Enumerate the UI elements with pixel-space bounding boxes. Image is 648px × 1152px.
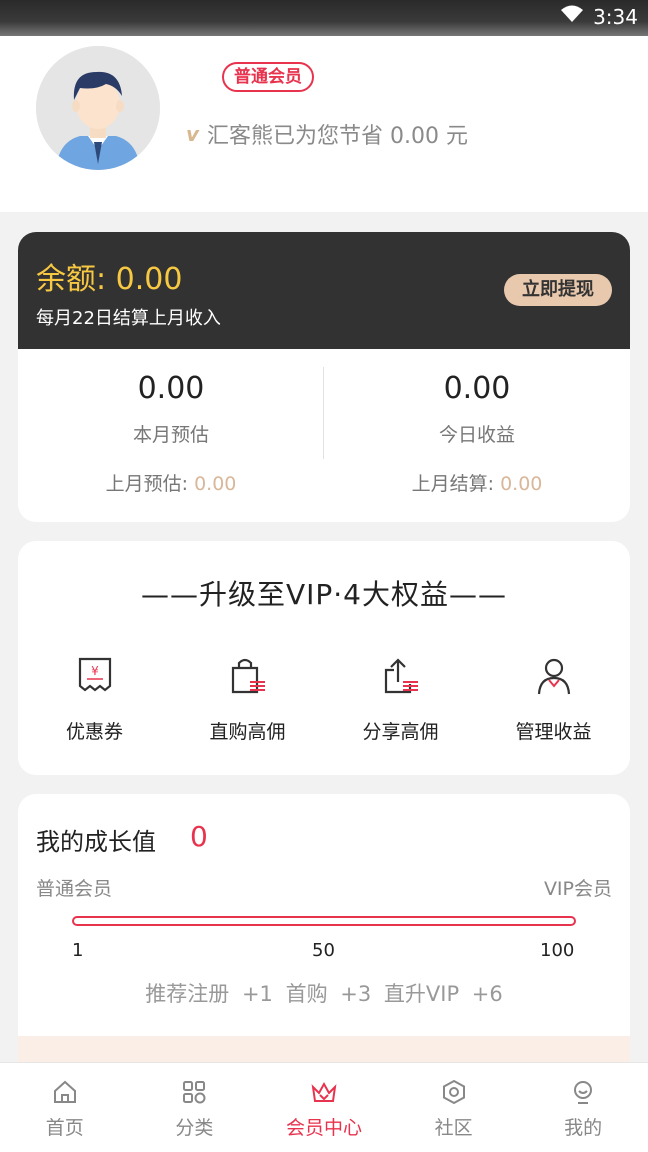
savings-text: 汇客熊已为您节省 0.00 元 xyxy=(207,124,469,149)
last-month-estimate-value: 0.00 xyxy=(194,473,237,495)
last-month-settlement-value: 0.00 xyxy=(500,473,543,495)
benefit-coupon-label: 优惠券 xyxy=(65,721,123,743)
tab-member-center[interactable]: 会员中心 xyxy=(259,1063,389,1152)
last-month-estimate: 上月预估: 0.00 xyxy=(18,469,324,496)
balance-header: 余额: 0.00 每月22日结算上月收入 立即提现 xyxy=(18,232,630,349)
month-estimate-value: 0.00 xyxy=(137,371,205,406)
tab-community[interactable]: 社区 xyxy=(389,1063,519,1152)
growth-title: 我的成长值 xyxy=(36,828,156,856)
benefit-manage-income[interactable]: 管理收益 xyxy=(477,653,630,744)
balance-amount: 余额: 0.00 xyxy=(36,262,183,297)
last-month-settlement-label: 上月结算: xyxy=(411,473,501,495)
tick-min: 1 xyxy=(72,940,84,961)
vip-title: ——升级至VIP·4大权益—— xyxy=(140,578,507,611)
last-month-settlement: 上月结算: 0.00 xyxy=(324,469,630,496)
last-month-estimate-label: 上月预估: xyxy=(105,473,195,495)
wifi-icon xyxy=(559,4,585,29)
svg-text:¥: ¥ xyxy=(91,664,99,678)
avatar[interactable] xyxy=(36,46,160,170)
benefit-share-label: 分享高佣 xyxy=(362,721,439,743)
benefits-row: ¥ 优惠券 直购高佣 分享高佣 管理收益 xyxy=(18,653,630,744)
growth-value: 0 xyxy=(190,820,208,853)
tick-mid: 50 xyxy=(312,940,335,961)
home-icon xyxy=(0,1077,130,1107)
vip-benefits-card: ——升级至VIP·4大权益—— ¥ 优惠券 直购高佣 分享高佣 管理收益 xyxy=(18,541,630,775)
benefit-manage-income-label: 管理收益 xyxy=(515,721,592,743)
growth-rules: 推荐注册 +1 首购 +3 直升VIP +6 xyxy=(145,982,503,1006)
benefit-direct-buy-label: 直购高佣 xyxy=(209,721,286,743)
growth-card: 我的成长值 0 普通会员 VIP会员 1 50 100 推荐注册 +1 首购 +… xyxy=(18,794,630,1094)
today-income-value: 0.00 xyxy=(443,371,511,406)
tab-category-label: 分类 xyxy=(175,1117,214,1139)
today-income-label: 今日收益 xyxy=(438,424,515,446)
withdraw-button[interactable]: 立即提现 xyxy=(504,274,612,306)
benefit-direct-buy[interactable]: 直购高佣 xyxy=(171,653,324,744)
tab-profile[interactable]: 我的 xyxy=(518,1063,648,1152)
growth-progress-bar xyxy=(72,916,576,926)
profile-header: 普通会员 v 汇客熊已为您节省 0.00 元 xyxy=(0,36,648,212)
tab-category[interactable]: 分类 xyxy=(130,1063,260,1152)
shopping-bag-icon xyxy=(171,653,324,699)
tab-member-center-label: 会员中心 xyxy=(285,1117,362,1139)
earnings-stats: 0.00 本月预估 上月预估: 0.00 0.00 今日收益 上月结算: 0.0… xyxy=(18,349,630,522)
crown-icon xyxy=(259,1077,389,1107)
tab-community-label: 社区 xyxy=(434,1117,473,1139)
tab-home-label: 首页 xyxy=(45,1117,84,1139)
benefit-share[interactable]: 分享高佣 xyxy=(324,653,477,744)
tab-home[interactable]: 首页 xyxy=(0,1063,130,1152)
v-icon: v xyxy=(186,122,200,146)
savings-line: v 汇客熊已为您节省 0.00 元 xyxy=(186,118,468,150)
share-icon xyxy=(324,653,477,699)
profile-icon xyxy=(518,1077,648,1107)
level-to: VIP会员 xyxy=(543,878,612,900)
tick-max: 100 xyxy=(540,940,575,961)
today-income-stat[interactable]: 0.00 今日收益 上月结算: 0.00 xyxy=(324,349,630,496)
bottom-tab-bar: 首页 分类 会员中心 社区 我的 xyxy=(0,1062,648,1152)
month-estimate-stat[interactable]: 0.00 本月预估 上月预估: 0.00 xyxy=(18,349,324,496)
settlement-note: 每月22日结算上月收入 xyxy=(36,308,221,329)
level-from: 普通会员 xyxy=(36,878,113,900)
user-icon xyxy=(477,653,630,699)
category-icon xyxy=(130,1077,260,1107)
status-time: 3:34 xyxy=(593,4,638,29)
status-bar: 3:34 xyxy=(0,0,648,36)
month-estimate-label: 本月预估 xyxy=(132,424,209,446)
member-level-badge: 普通会员 xyxy=(222,62,314,92)
tab-profile-label: 我的 xyxy=(564,1117,603,1139)
community-icon xyxy=(389,1077,519,1107)
balance-card: 余额: 0.00 每月22日结算上月收入 立即提现 0.00 本月预估 上月预估… xyxy=(18,232,630,522)
coupon-icon: ¥ xyxy=(18,653,171,699)
benefit-coupon[interactable]: ¥ 优惠券 xyxy=(18,653,171,744)
